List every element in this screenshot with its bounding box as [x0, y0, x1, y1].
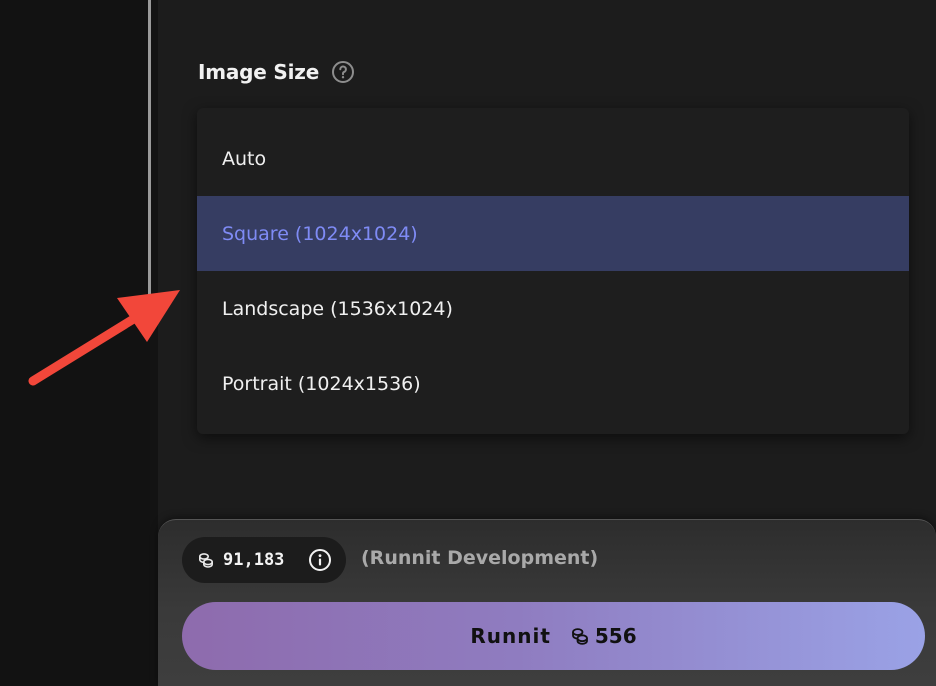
- run-cost-amount: 556: [594, 624, 637, 648]
- run-button-label: Runnit: [470, 624, 551, 648]
- app-root: Image Size Auto Square (1024x1024) Lands…: [0, 0, 936, 686]
- credits-amount: 91,183: [223, 550, 285, 570]
- resize-divider[interactable]: [148, 0, 151, 296]
- run-button[interactable]: Runnit 556: [182, 602, 925, 670]
- option-square[interactable]: Square (1024x1024): [197, 196, 909, 271]
- question-circle-icon[interactable]: [331, 60, 355, 84]
- left-sidebar: [0, 0, 150, 686]
- option-portrait[interactable]: Portrait (1024x1536): [197, 346, 909, 421]
- credits-balance: 91,183: [182, 537, 346, 583]
- coins-icon: [571, 627, 589, 645]
- option-landscape[interactable]: Landscape (1536x1024): [197, 271, 909, 346]
- workspace-name: (Runnit Development): [361, 547, 599, 569]
- image-size-dropdown-menu: Auto Square (1024x1024) Landscape (1536x…: [197, 108, 909, 434]
- info-icon[interactable]: [308, 548, 332, 572]
- run-footer: 91,183 (Runnit Development) Runnit 556: [158, 519, 936, 686]
- coins-icon: [198, 552, 214, 568]
- option-auto[interactable]: Auto: [197, 121, 909, 196]
- image-size-label: Image Size: [198, 60, 320, 84]
- image-size-header: Image Size: [198, 60, 355, 84]
- run-cost: 556: [571, 624, 637, 648]
